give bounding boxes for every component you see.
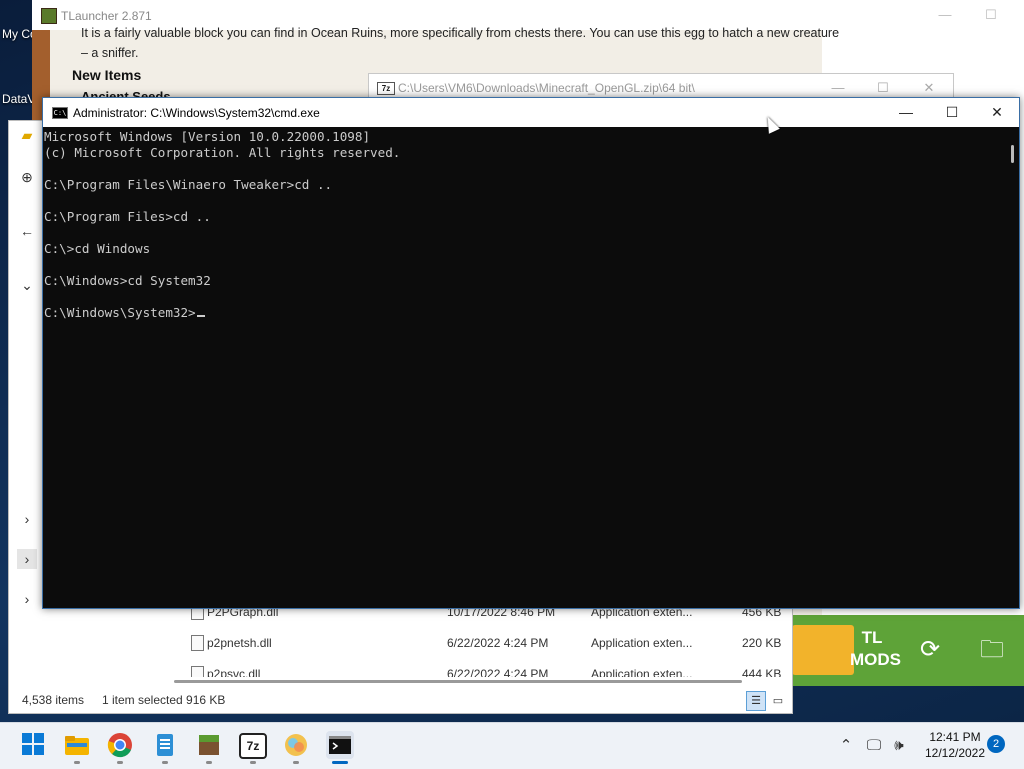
folder-icon: ▰: [21, 127, 33, 143]
tl-mods-logo-text: TL MODS: [850, 628, 901, 669]
file-name: p2pnetsh.dll: [207, 636, 272, 650]
article-heading: New Items: [72, 67, 142, 83]
refresh-icon[interactable]: ⟳: [916, 636, 944, 664]
file-type: Application exten...: [591, 667, 693, 677]
windows-start-icon[interactable]: [19, 731, 47, 759]
chevron-right-icon[interactable]: ›: [17, 589, 37, 609]
maximize-icon[interactable]: ☐: [868, 78, 898, 98]
running-indicator: [117, 761, 123, 764]
console-history: Microsoft Windows [Version 10.0.22000.10…: [44, 129, 401, 288]
minecraft-icon[interactable]: [195, 731, 223, 759]
dll-file-icon: [191, 635, 204, 651]
network-icon[interactable]: 🖵: [864, 736, 884, 756]
explorer-nav-strip: ▰ ⊕ ← ⌄ › › ›: [9, 121, 44, 681]
close-icon[interactable]: ✕: [914, 78, 944, 98]
7zip-icon[interactable]: 7z: [239, 733, 267, 759]
chevron-right-icon[interactable]: ›: [17, 549, 37, 569]
article-text: It is a fairly valuable block you can fi…: [81, 26, 840, 40]
file-date: 6/22/2022 4:24 PM: [447, 636, 549, 650]
sevenzip-title: C:\Users\VM6\Downloads\Minecraft_OpenGL.…: [398, 81, 695, 95]
close-icon[interactable]: ✕: [974, 98, 1020, 127]
file-date: 6/22/2022 4:24 PM: [447, 667, 549, 677]
new-item-icon[interactable]: ⊕: [17, 167, 37, 187]
selection-info: 1 item selected 916 KB: [102, 693, 226, 707]
file-row[interactable]: p2pnetsh.dll 6/22/2022 4:24 PM Applicati…: [174, 628, 784, 658]
system-clock[interactable]: 12:41 PM 12/12/2022: [918, 729, 992, 761]
tlauncher-title: TLauncher 2.871: [61, 9, 152, 23]
volume-icon[interactable]: 🕪: [889, 736, 909, 756]
chrome-icon[interactable]: [106, 731, 134, 759]
vertical-scrollbar[interactable]: [1005, 127, 1019, 608]
running-indicator: [162, 761, 168, 764]
minimize-icon[interactable]: —: [930, 5, 960, 25]
text-cursor: [196, 315, 205, 317]
notepad-icon[interactable]: [151, 731, 179, 759]
console-prompt: C:\Windows\System32>: [44, 305, 196, 320]
cmd-titlebar[interactable]: C:\ Administrator: C:\Windows\System32\c…: [43, 98, 1019, 127]
tlauncher-app-icon: [41, 8, 57, 24]
tl-mods-logo[interactable]: TL MODS: [850, 627, 901, 675]
back-arrow-icon[interactable]: ←: [17, 221, 37, 241]
scrollbar-thumb[interactable]: [1011, 145, 1014, 163]
chevron-down-icon[interactable]: ⌄: [17, 275, 37, 295]
maximize-icon[interactable]: ☐: [976, 5, 1006, 25]
color-app-icon[interactable]: [282, 731, 310, 759]
running-indicator: [206, 761, 212, 764]
status-bar: 4,538 items 1 item selected 916 KB: [9, 689, 792, 713]
clock-date: 12/12/2022: [924, 746, 986, 760]
file-size: 220 KB: [742, 636, 782, 650]
running-indicator: [293, 761, 299, 764]
sevenzip-app-icon: 7z: [377, 82, 395, 95]
cmd-window: C:\ Administrator: C:\Windows\System32\c…: [42, 97, 1020, 609]
cmd-icon[interactable]: [326, 731, 354, 759]
file-size: 444 KB: [742, 667, 782, 677]
taskbar: 7z ⌃ 🖵 🕪 12:41 PM 12/12/2022 2: [0, 722, 1024, 769]
file-row[interactable]: p2psvc.dll 6/22/2022 4:24 PM Application…: [174, 659, 784, 677]
details-view-button[interactable]: ☰: [746, 691, 766, 711]
play-button[interactable]: [792, 625, 854, 675]
console-text: Microsoft Windows [Version 10.0.22000.10…: [44, 129, 400, 321]
file-type: Application exten...: [591, 636, 693, 650]
console-output-area[interactable]: Microsoft Windows [Version 10.0.22000.10…: [43, 127, 1005, 608]
cmd-title: Administrator: C:\Windows\System32\cmd.e…: [73, 106, 320, 120]
running-indicator: [74, 761, 80, 764]
maximize-icon[interactable]: ☐: [929, 98, 975, 127]
dll-file-icon: [191, 666, 204, 677]
chevron-right-icon[interactable]: ›: [17, 509, 37, 529]
horizontal-scrollbar[interactable]: [174, 680, 742, 683]
minimize-icon[interactable]: —: [883, 98, 929, 127]
desktop-icon-label[interactable]: DataV: [2, 92, 35, 106]
large-icons-view-button[interactable]: ▭: [768, 691, 788, 711]
article-text: – a sniffer.: [81, 46, 139, 60]
notification-badge[interactable]: 2: [987, 735, 1005, 753]
active-app-indicator: [332, 761, 348, 764]
item-count: 4,538 items: [22, 693, 85, 707]
folder-icon[interactable]: 🗀: [978, 636, 1006, 664]
minimize-icon[interactable]: —: [823, 78, 853, 98]
cmd-app-icon: C:\: [52, 107, 68, 119]
file-name: p2psvc.dll: [207, 667, 261, 677]
file-explorer-icon[interactable]: [63, 731, 91, 759]
chevron-up-icon[interactable]: ⌃: [836, 736, 856, 756]
clock-time: 12:41 PM: [929, 730, 981, 744]
running-indicator: [250, 761, 256, 764]
